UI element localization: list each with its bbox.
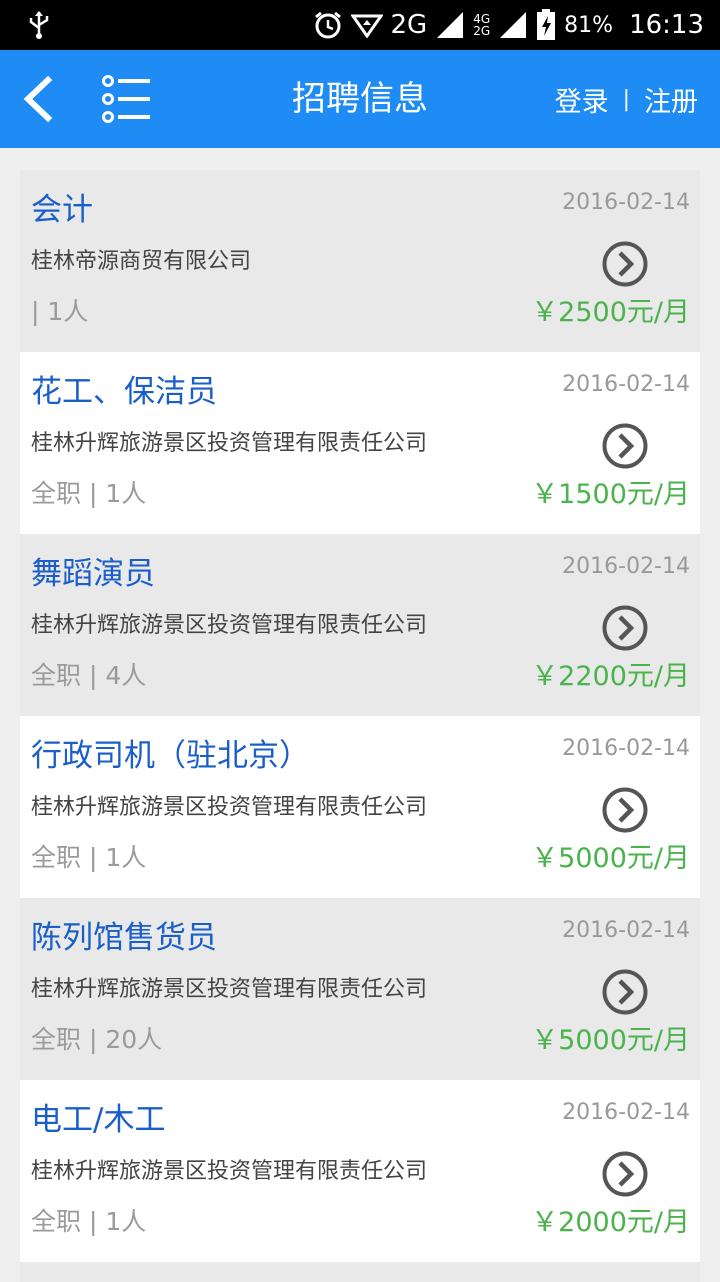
job-title: 会计 <box>31 192 93 228</box>
auth-links: 登录 | 注册 <box>555 50 698 148</box>
auth-separator: | <box>622 86 630 112</box>
chevron-left-icon[interactable] <box>14 74 64 124</box>
status-bar: 2G 4G 2G 81% 16:13 <box>0 0 720 50</box>
company-name: 桂林升辉旅游景区投资管理有限责任公司 <box>31 613 428 638</box>
chevron-right-circle-icon[interactable] <box>601 422 649 470</box>
post-date: 2016-02-14 <box>562 736 690 761</box>
company-name: 桂林升辉旅游景区投资管理有限责任公司 <box>31 795 428 820</box>
clock: 16:13 <box>629 10 704 40</box>
job-meta: 全职 | 1人 <box>31 1207 147 1236</box>
job-meta: 全职 | 20人 <box>31 1025 163 1054</box>
app-bar: 招聘信息 登录 | 注册 <box>0 50 720 148</box>
chevron-right-circle-icon[interactable] <box>601 240 649 288</box>
wifi-icon <box>350 14 383 38</box>
network-sub-label: 4G 2G <box>473 12 491 38</box>
network-type: 2G <box>390 10 428 40</box>
list-icon[interactable] <box>98 74 152 124</box>
job-title: 行政司机（驻北京） <box>31 738 310 774</box>
job-title: 陈列馆售货员 <box>31 920 217 956</box>
post-date: 2016-02-14 <box>562 554 690 579</box>
alarm-icon <box>314 11 341 39</box>
chevron-right-circle-icon[interactable] <box>601 786 649 834</box>
job-card[interactable]: 舞蹈演员 2016-02-14 桂林升辉旅游景区投资管理有限责任公司 全职 | … <box>20 534 700 716</box>
post-date: 2016-02-14 <box>562 918 690 943</box>
signal-icon <box>437 12 464 38</box>
job-meta: 全职 | 4人 <box>31 661 147 690</box>
salary: ￥5000元/月 <box>531 843 690 874</box>
login-link[interactable]: 登录 <box>555 80 609 119</box>
salary: ￥2000元/月 <box>531 1207 690 1238</box>
job-title: 花工、保洁员 <box>31 374 217 410</box>
post-date: 2016-02-14 <box>562 190 690 215</box>
job-card[interactable]: 会计 2016-02-14 桂林帝源商贸有限公司 | 1人 ￥2500元/月 <box>20 170 700 352</box>
job-meta: | 1人 <box>31 297 89 326</box>
chevron-right-circle-icon[interactable] <box>601 968 649 1016</box>
job-card-partial[interactable] <box>20 1262 700 1282</box>
company-name: 桂林升辉旅游景区投资管理有限责任公司 <box>31 977 428 1002</box>
job-title: 电工/木工 <box>31 1102 166 1138</box>
chevron-right-circle-icon[interactable] <box>601 1150 649 1198</box>
post-date: 2016-02-14 <box>562 1100 690 1125</box>
salary: ￥5000元/月 <box>531 1025 690 1056</box>
usb-icon <box>29 11 49 39</box>
salary: ￥2200元/月 <box>531 661 690 692</box>
job-title: 舞蹈演员 <box>31 556 155 592</box>
company-name: 桂林升辉旅游景区投资管理有限责任公司 <box>31 1159 428 1184</box>
job-card[interactable]: 陈列馆售货员 2016-02-14 桂林升辉旅游景区投资管理有限责任公司 全职 … <box>20 898 700 1080</box>
chevron-right-circle-icon[interactable] <box>601 604 649 652</box>
signal-icon <box>500 12 527 38</box>
post-date: 2016-02-14 <box>562 372 690 397</box>
battery-charging-icon <box>537 9 556 40</box>
job-card[interactable]: 电工/木工 2016-02-14 桂林升辉旅游景区投资管理有限责任公司 全职 |… <box>20 1080 700 1262</box>
company-name: 桂林帝源商贸有限公司 <box>31 249 252 274</box>
job-meta: 全职 | 1人 <box>31 479 147 508</box>
salary: ￥1500元/月 <box>531 479 690 510</box>
job-list: 会计 2016-02-14 桂林帝源商贸有限公司 | 1人 ￥2500元/月 花… <box>20 170 700 1282</box>
company-name: 桂林升辉旅游景区投资管理有限责任公司 <box>31 431 428 456</box>
job-card[interactable]: 行政司机（驻北京） 2016-02-14 桂林升辉旅游景区投资管理有限责任公司 … <box>20 716 700 898</box>
register-link[interactable]: 注册 <box>644 80 698 119</box>
battery-percent: 81% <box>564 12 614 38</box>
job-meta: 全职 | 1人 <box>31 843 147 872</box>
salary: ￥2500元/月 <box>531 297 690 328</box>
job-card[interactable]: 花工、保洁员 2016-02-14 桂林升辉旅游景区投资管理有限责任公司 全职 … <box>20 352 700 534</box>
